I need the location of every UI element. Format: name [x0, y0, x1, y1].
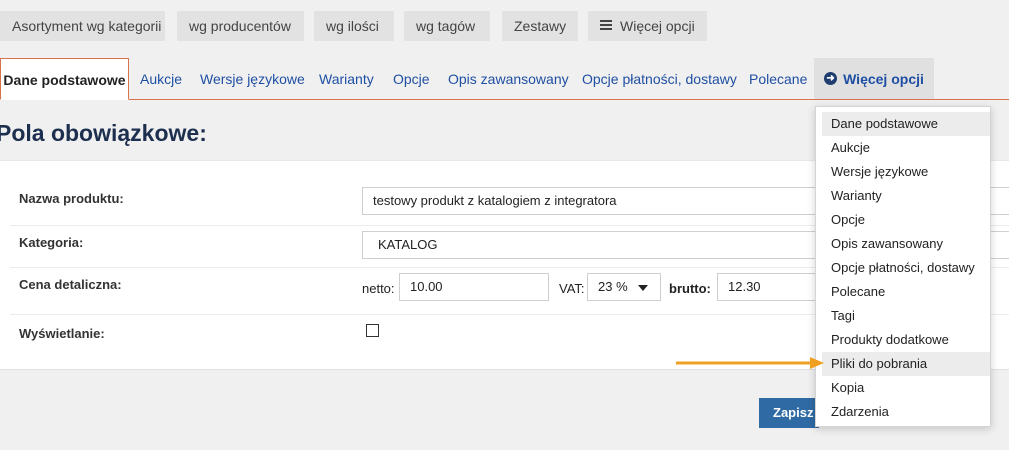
tab-payment-shipping-options[interactable]: Opcje płatności, dostawy — [582, 58, 737, 99]
menu-item-payment-shipping[interactable]: Opcje płatności, dostawy — [822, 256, 990, 280]
menu-item-language-versions[interactable]: Wersje językowe — [822, 160, 990, 184]
display-checkbox[interactable] — [366, 324, 379, 337]
tab-language-versions[interactable]: Wersje językowe — [200, 58, 305, 99]
more-options-menu-button[interactable]: Więcej opcji — [588, 11, 707, 41]
retail-price-label: Cena detaliczna: — [19, 277, 122, 292]
caret-down-icon — [637, 284, 648, 291]
display-label: Wyświetlanie: — [19, 326, 105, 341]
netto-label: netto: — [362, 281, 395, 296]
vat-select[interactable]: 23 % — [587, 273, 661, 301]
menu-item-auctions[interactable]: Aukcje — [822, 136, 990, 160]
menu-icon — [600, 18, 612, 32]
menu-item-tags[interactable]: Tagi — [822, 304, 990, 328]
more-options-dropdown: Dane podstawowe Aukcje Wersje językowe W… — [815, 106, 991, 427]
menu-item-events[interactable]: Zdarzenia — [822, 400, 990, 424]
filter-by-quantity-button[interactable]: wg ilości — [314, 11, 394, 41]
netto-input[interactable]: 10.00 — [399, 273, 549, 301]
menu-item-basic-data[interactable]: Dane podstawowe — [822, 112, 990, 136]
sets-button[interactable]: Zestawy — [502, 11, 578, 41]
vat-value: 23 % — [598, 279, 628, 294]
filter-by-producer-button[interactable]: wg producentów — [177, 11, 304, 41]
menu-item-recommended[interactable]: Polecane — [822, 280, 990, 304]
menu-item-advanced-description[interactable]: Opis zawansowany — [822, 232, 990, 256]
arrow-down-circle-icon: ➜ — [824, 71, 838, 85]
tab-auctions[interactable]: Aukcje — [140, 58, 182, 99]
menu-item-additional-products[interactable]: Produkty dodatkowe — [822, 328, 990, 352]
more-options-label: Więcej opcji — [620, 18, 695, 34]
filter-by-tags-button[interactable]: wg tagów — [404, 11, 490, 41]
save-button[interactable]: Zapisz — [759, 398, 819, 428]
filter-bar: Asortyment wg kategorii wg producentów w… — [0, 0, 1009, 52]
menu-item-copy[interactable]: Kopia — [822, 376, 990, 400]
menu-item-downloads[interactable]: Pliki do pobrania — [822, 352, 990, 376]
filter-by-category-button[interactable]: Asortyment wg kategorii — [0, 11, 165, 41]
menu-item-options[interactable]: Opcje — [822, 208, 990, 232]
tab-variants[interactable]: Warianty — [319, 58, 374, 99]
product-tabs: Dane podstawowe Aukcje Wersje językowe W… — [0, 58, 1009, 100]
vat-label: VAT: — [559, 281, 585, 296]
category-label: Kategoria: — [19, 235, 84, 250]
tab-more-options[interactable]: ➜ Więcej opcji — [814, 58, 934, 99]
product-name-label: Nazwa produktu: — [19, 191, 124, 206]
tab-recommended[interactable]: Polecane — [749, 58, 807, 99]
menu-item-variants[interactable]: Warianty — [822, 184, 990, 208]
tab-advanced-description[interactable]: Opis zawansowany — [448, 58, 569, 99]
section-title: Pola obowiązkowe: — [0, 120, 207, 146]
tab-options[interactable]: Opcje — [393, 58, 430, 99]
brutto-label: brutto: — [669, 281, 711, 296]
tab-basic-data[interactable]: Dane podstawowe — [0, 58, 129, 100]
annotation-arrow-icon — [676, 357, 824, 369]
tab-more-options-label: Więcej opcji — [843, 71, 924, 87]
